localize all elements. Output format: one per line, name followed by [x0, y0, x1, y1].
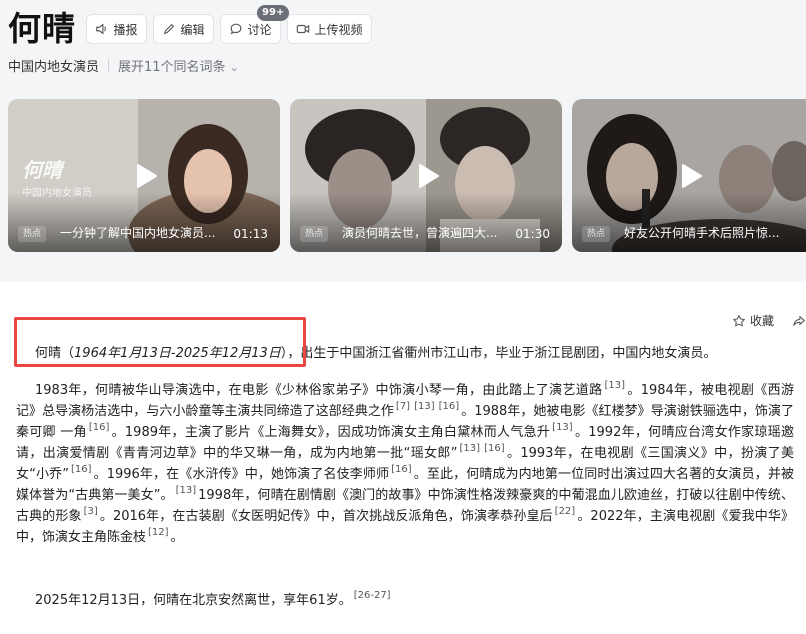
favorite-label: 收藏 — [749, 314, 774, 328]
citation-link[interactable]: [7] — [396, 401, 410, 412]
video-icon — [297, 24, 310, 34]
divider — [108, 58, 110, 72]
speaker-icon — [96, 23, 107, 35]
caption-gradient — [8, 192, 280, 252]
expand-homonyms-label: 展开11个同名词条 — [118, 59, 226, 75]
citation-link[interactable]: [16] — [71, 464, 92, 475]
upload-video-button[interactable]: 上传视频 — [287, 14, 372, 44]
caption-gradient — [290, 192, 562, 252]
broadcast-label: 播报 — [113, 22, 138, 37]
video-caption: 好友公开何晴手术后照片惊... — [624, 226, 780, 240]
citation-link[interactable]: [22] — [555, 506, 576, 517]
citation-link[interactable]: [13] — [552, 422, 573, 433]
expand-homonyms-link[interactable]: 展开11个同名词条 ⌄ — [118, 56, 239, 75]
share-button[interactable] — [792, 314, 806, 328]
citation-link[interactable]: [13] — [414, 401, 435, 412]
video-card[interactable]: 热点 好友公开何晴手术后照片惊... — [572, 99, 806, 252]
discuss-label: 讨论 — [247, 22, 272, 37]
citation-link[interactable]: [13] — [605, 380, 626, 391]
citation-link[interactable]: [16] — [89, 422, 110, 433]
entry-header: 何晴 播报 编辑 讨论 99+ 上传视频 中国内地女演员 展开11个同名词条 ⌄ … — [0, 0, 806, 282]
play-icon[interactable] — [136, 163, 158, 189]
entry-subtitle-row: 中国内地女演员 展开11个同名词条 ⌄ — [8, 56, 239, 75]
summary-rest: ，出生于中国浙江省衢州市江山市，毕业于浙江昆剧团，中国内地女演员。 — [287, 346, 717, 361]
video-duration: 01:30 — [515, 227, 550, 241]
favorite-button[interactable]: 收藏 — [732, 312, 774, 329]
citation-link[interactable]: [16] — [439, 401, 460, 412]
discussion-count-badge: 99+ — [257, 5, 290, 21]
citation-link[interactable]: [13] — [460, 443, 481, 454]
citation-link[interactable]: [16] — [484, 443, 505, 454]
article-toolbar: 收藏 — [732, 312, 806, 329]
citation-link[interactable]: [26-27] — [354, 590, 391, 601]
citation-link[interactable]: [12] — [148, 527, 169, 538]
caption-gradient — [572, 192, 806, 252]
career-sentence: 1983年，何晴被华山导演选中，在电影《少林俗家弟子》中饰演小琴一角，由此踏上了… — [35, 383, 603, 398]
star-icon — [733, 314, 745, 326]
chevron-down-icon: ⌄ — [229, 60, 239, 74]
death-text: 2025年12月13日，何晴在北京安然离世，享年61岁。 — [35, 593, 352, 608]
citation-link[interactable]: [3] — [84, 506, 98, 517]
career-paragraph: 1983年，何晴被华山导演选中，在电影《少林俗家弟子》中饰演小琴一角，由此踏上了… — [16, 380, 794, 548]
citation-link[interactable]: [16] — [391, 464, 412, 475]
chat-bubble-icon — [231, 23, 242, 35]
highlight-annotation-box — [14, 317, 306, 367]
overlay-tag: 中国内地女演员 — [22, 188, 92, 199]
video-caption: 演员何晴去世，曾演遍四大... — [342, 226, 498, 240]
video-duration: 01:13 — [233, 227, 268, 241]
upload-video-label: 上传视频 — [314, 22, 363, 37]
play-icon[interactable] — [681, 163, 703, 189]
share-icon — [793, 315, 805, 326]
career-sentence: 。1996年，在《水浒传》中，她饰演了名伎李师师 — [93, 467, 390, 482]
broadcast-button[interactable]: 播报 — [86, 14, 147, 44]
edit-button[interactable]: 编辑 — [153, 14, 214, 44]
career-sentence: 。2016年，在古装剧《女医明妃传》中，首次挑战反派角色，饰演孝恭孙皇后 — [99, 509, 553, 524]
video-caption: 一分钟了解中国内地女演员... — [60, 226, 216, 240]
career-sentence: 。 — [170, 530, 184, 545]
citation-link[interactable]: [13] — [176, 485, 197, 496]
hot-tag: 热点 — [18, 226, 47, 242]
play-icon[interactable] — [418, 163, 440, 189]
hot-tag: 热点 — [582, 226, 611, 242]
video-card[interactable]: 何晴 中国内地女演员 热点 一分钟了解中国内地女演员... 01:13 — [8, 99, 280, 252]
pencil-icon — [164, 23, 175, 35]
hot-tag: 热点 — [300, 226, 329, 242]
page-title: 何晴 — [8, 9, 76, 48]
overlay-name: 何晴 — [22, 158, 62, 182]
entry-description: 中国内地女演员 — [8, 59, 100, 75]
edit-label: 编辑 — [180, 22, 205, 37]
discuss-button[interactable]: 讨论 99+ — [220, 5, 290, 44]
career-sentence: 。1989年，主演了影片《上海舞女》，因成功饰演女主角白黛林而人气急升 — [111, 425, 551, 440]
video-card[interactable]: 热点 演员何晴去世，曾演遍四大... 01:30 — [290, 99, 562, 252]
death-paragraph: 2025年12月13日，何晴在北京安然离世，享年61岁。 [26-27] — [16, 590, 794, 611]
